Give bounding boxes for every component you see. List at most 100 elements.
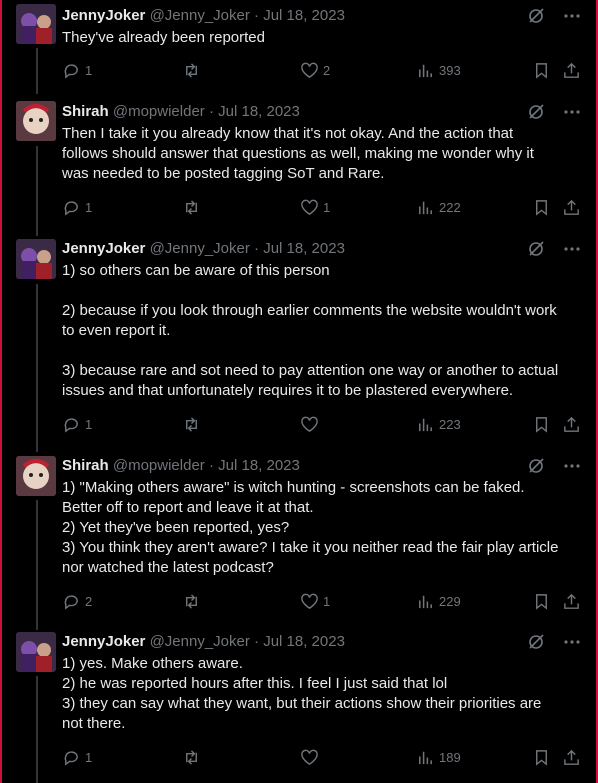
avatar[interactable] — [16, 4, 56, 44]
reply-button[interactable]: 1 — [62, 198, 92, 217]
avatar-image — [16, 101, 56, 141]
avatar-image — [16, 4, 56, 44]
author-handle[interactable]: @mopwielder — [113, 457, 205, 474]
share-icon — [564, 416, 579, 432]
tweet[interactable]: JennyJoker @Jenny_Joker · Jul 18, 2023 T… — [62, 6, 582, 48]
like-button[interactable]: 2 — [300, 61, 330, 80]
reply-count: 1 — [85, 199, 93, 215]
reply-button[interactable]: 1 — [62, 415, 92, 434]
views-count: 222 — [439, 199, 461, 215]
like-button[interactable] — [300, 748, 323, 767]
views-icon — [419, 201, 432, 214]
retweet-icon — [186, 62, 197, 78]
tweet-text: Then I take it you already know that it'… — [62, 125, 534, 182]
tweet-date[interactable]: Jul 18, 2023 — [263, 240, 345, 257]
share-button[interactable] — [562, 415, 581, 434]
author-handle[interactable]: @mopwielder — [113, 103, 205, 120]
tweet-date[interactable]: Jul 18, 2023 — [263, 7, 345, 24]
share-icon — [564, 593, 579, 609]
share-button[interactable] — [562, 61, 581, 80]
avatar[interactable] — [16, 456, 56, 496]
like-button[interactable]: 1 — [300, 198, 330, 217]
author-name[interactable]: JennyJoker — [62, 7, 145, 24]
thread-line — [36, 500, 38, 630]
views-count: 189 — [439, 749, 461, 765]
bookmark-button[interactable] — [532, 415, 551, 434]
tweet-header: Shirah @mopwielder · Jul 18, 2023 — [62, 456, 582, 476]
separator-dot: · — [254, 240, 260, 257]
author-handle[interactable]: @Jenny_Joker — [150, 633, 250, 650]
window-frame-left — [0, 0, 2, 783]
tweet-header: Shirah @mopwielder · Jul 18, 2023 — [62, 102, 582, 122]
more-icon[interactable] — [562, 632, 582, 652]
views-button[interactable]: 223 — [416, 415, 461, 434]
bookmark-button[interactable] — [532, 198, 551, 217]
share-button[interactable] — [562, 748, 581, 767]
reply-button[interactable]: 2 — [62, 592, 92, 611]
more-icon[interactable] — [562, 239, 582, 259]
bookmark-button[interactable] — [532, 748, 551, 767]
author-name[interactable]: JennyJoker — [62, 633, 145, 650]
heart-icon — [301, 749, 318, 765]
avatar[interactable] — [16, 239, 56, 279]
like-count: 1 — [323, 593, 331, 609]
reply-button[interactable]: 1 — [62, 61, 92, 80]
tweet-date[interactable]: Jul 18, 2023 — [263, 633, 345, 650]
share-button[interactable] — [562, 592, 581, 611]
grok-icon[interactable] — [526, 632, 546, 652]
more-icon[interactable] — [562, 102, 582, 122]
reply-count: 1 — [85, 749, 93, 765]
tweet-header: JennyJoker @Jenny_Joker · Jul 18, 2023 — [62, 239, 582, 259]
views-icon — [419, 64, 432, 77]
reply-button[interactable]: 1 — [62, 748, 92, 767]
thread-line — [36, 146, 38, 236]
tweet[interactable]: Shirah @mopwielder · Jul 18, 2023 1) "Ma… — [62, 456, 582, 578]
avatar[interactable] — [16, 632, 56, 672]
retweet-button[interactable] — [182, 61, 205, 80]
retweet-button[interactable] — [182, 198, 205, 217]
grok-icon[interactable] — [526, 239, 546, 259]
tweet[interactable]: JennyJoker @Jenny_Joker · Jul 18, 2023 1… — [62, 632, 582, 734]
more-icon[interactable] — [562, 6, 582, 26]
views-count: 223 — [439, 416, 461, 432]
bookmark-icon — [536, 416, 547, 433]
thread-line — [36, 284, 38, 452]
author-name[interactable]: JennyJoker — [62, 240, 145, 257]
like-button[interactable]: 1 — [300, 592, 330, 611]
heart-icon — [301, 62, 318, 78]
more-icon[interactable] — [562, 456, 582, 476]
reply-icon — [64, 750, 78, 766]
tweet-date[interactable]: Jul 18, 2023 — [218, 103, 300, 120]
like-count: 1 — [323, 199, 331, 215]
views-button[interactable]: 393 — [416, 61, 461, 80]
tweet-text: 1) "Making others aware" is witch huntin… — [62, 479, 559, 576]
retweet-button[interactable] — [182, 592, 205, 611]
author-handle[interactable]: @Jenny_Joker — [150, 240, 250, 257]
views-button[interactable]: 229 — [416, 592, 461, 611]
author-name[interactable]: Shirah — [62, 103, 109, 120]
separator-dot: · — [208, 103, 214, 120]
heart-icon — [301, 593, 318, 609]
views-button[interactable]: 222 — [416, 198, 461, 217]
grok-icon[interactable] — [526, 6, 546, 26]
thread-line — [36, 48, 38, 94]
tweet[interactable]: JennyJoker @Jenny_Joker · Jul 18, 2023 1… — [62, 239, 582, 401]
grok-icon[interactable] — [526, 456, 546, 476]
share-button[interactable] — [562, 198, 581, 217]
retweet-icon — [186, 749, 197, 765]
author-name[interactable]: Shirah — [62, 457, 109, 474]
grok-icon[interactable] — [526, 102, 546, 122]
avatar[interactable] — [16, 101, 56, 141]
bookmark-button[interactable] — [532, 592, 551, 611]
reply-count: 1 — [85, 416, 93, 432]
share-icon — [564, 199, 579, 215]
bookmark-button[interactable] — [532, 61, 551, 80]
author-handle[interactable]: @Jenny_Joker — [150, 7, 250, 24]
tweet-date[interactable]: Jul 18, 2023 — [218, 457, 300, 474]
views-button[interactable]: 189 — [416, 748, 461, 767]
tweet[interactable]: Shirah @mopwielder · Jul 18, 2023 Then I… — [62, 102, 582, 184]
like-button[interactable] — [300, 415, 323, 434]
tweet-actions: 1 2 393 — [62, 60, 582, 80]
retweet-button[interactable] — [182, 748, 205, 767]
retweet-button[interactable] — [182, 415, 205, 434]
